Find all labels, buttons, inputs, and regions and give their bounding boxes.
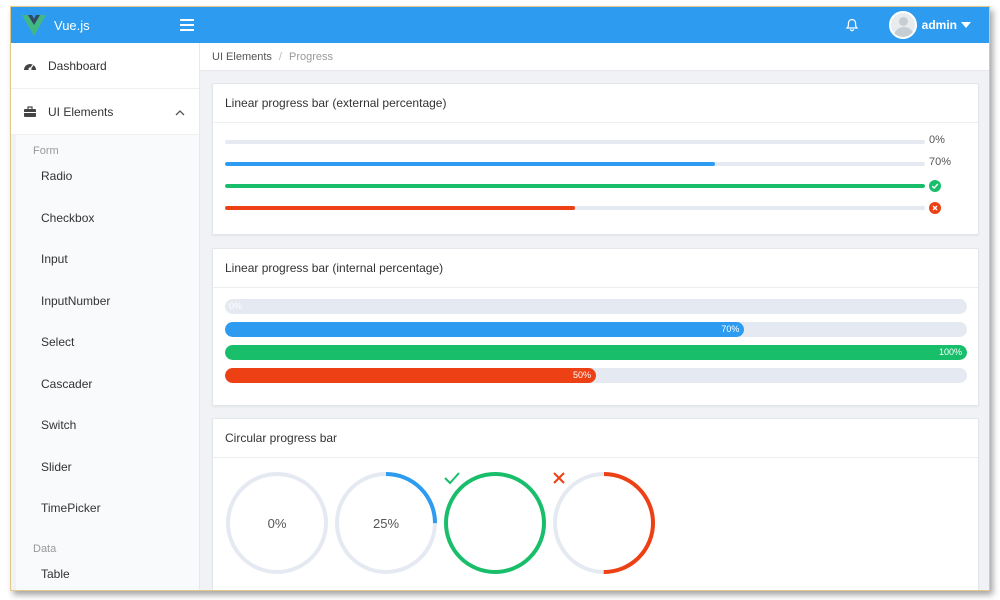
progress-text: 70% [721, 324, 740, 334]
sidebar-item-timepicker[interactable]: TimePicker [16, 491, 199, 533]
progress-external-exception [213, 198, 978, 220]
vue-logo-icon [22, 15, 46, 36]
progress-text: 0% [229, 301, 243, 311]
breadcrumb-current: Progress [288, 50, 334, 63]
sidebar-item-dashboard[interactable]: Dashboard [11, 43, 199, 89]
sidebar-item-label: UI Elements [48, 104, 114, 119]
progress-track: 0% [225, 299, 967, 314]
progress-external-success [213, 176, 978, 198]
card-circular-progress: Circular progress bar 0% 25% [212, 418, 979, 590]
group-title-form: Form [33, 145, 59, 157]
close-circle-icon [929, 202, 941, 214]
circle-progress-exception [552, 471, 656, 575]
progress-label: 0% [929, 134, 945, 146]
top-header: Vue.js admin [11, 7, 989, 43]
progress-text: 50% [572, 370, 591, 380]
close-icon [552, 471, 656, 575]
card-internal-progress: Linear progress bar (internal percentage… [212, 248, 979, 406]
chevron-down-icon[interactable] [961, 22, 971, 28]
check-icon [443, 471, 547, 575]
card-external-progress: Linear progress bar (external percentage… [212, 83, 979, 235]
sidebar-item-cascader[interactable]: Cascader [16, 367, 199, 409]
progress-internal-70: 70% [213, 319, 978, 342]
app-window: Vue.js admin Dashboard UI Elements Form … [10, 6, 990, 591]
sidebar-item-inputnumber[interactable]: InputNumber [16, 284, 199, 326]
card-title: Linear progress bar (external percentage… [213, 84, 978, 123]
sidebar-item-ui-elements[interactable]: UI Elements [11, 89, 199, 135]
progress-track [225, 162, 925, 166]
progress-external-70: 70% [213, 154, 978, 176]
progress-track: 50% [225, 368, 967, 383]
header-right: admin [845, 7, 989, 43]
briefcase-icon [23, 105, 37, 119]
circle-progress-success [443, 471, 547, 575]
app-title: Vue.js [54, 17, 90, 33]
circle-progress-0: 0% [225, 471, 329, 575]
card-body: 0% 25% [213, 458, 978, 575]
progress-external-0: 0% [213, 132, 978, 154]
card-title: Linear progress bar (internal percentage… [213, 249, 978, 288]
avatar[interactable] [888, 11, 917, 39]
breadcrumb-separator: / [278, 50, 282, 63]
progress-internal-100: 100% [213, 342, 978, 365]
bell-icon[interactable] [845, 18, 859, 32]
progress-fill: 100% [225, 345, 967, 360]
dashboard-icon [23, 59, 37, 73]
progress-fill: 50% [225, 368, 596, 383]
sidebar-item-label: Dashboard [48, 58, 107, 73]
progress-fill [225, 162, 715, 166]
group-title-data: Data [33, 542, 57, 555]
sidebar: Dashboard UI Elements Form Radio Checkbo… [11, 43, 200, 591]
menu-toggle-icon[interactable] [180, 19, 194, 31]
sidebar-item-slider[interactable]: Slider [16, 450, 199, 492]
submenu-ui-elements: Form Radio Checkbox Input InputNumber Se… [11, 135, 199, 591]
progress-fill [225, 184, 925, 188]
sidebar-item-select[interactable]: Select [16, 325, 199, 367]
circle-row: 0% 25% [213, 458, 978, 575]
breadcrumb: UI Elements / Progress [200, 43, 989, 71]
chevron-up-icon[interactable] [175, 105, 185, 119]
logo[interactable]: Vue.js [11, 7, 200, 43]
progress-track: 70% [225, 322, 967, 337]
progress-internal-0: 0% [213, 296, 978, 319]
sidebar-item-input[interactable]: Input [16, 242, 199, 284]
circle-text: 0% [267, 515, 287, 531]
progress-track [225, 140, 925, 144]
card-body: 0% 70% [213, 123, 978, 220]
progress-internal-50: 50% [213, 365, 978, 388]
circle-progress-25: 25% [334, 471, 438, 575]
sidebar-item-switch[interactable]: Switch [16, 408, 199, 450]
progress-fill [225, 206, 575, 210]
main-content: UI Elements / Progress Linear progress b… [200, 43, 989, 590]
sidebar-item-checkbox[interactable]: Checkbox [16, 201, 199, 243]
progress-track: 100% [225, 345, 967, 360]
progress-fill: 70% [225, 322, 745, 337]
breadcrumb-ui-elements[interactable]: UI Elements [212, 51, 272, 63]
progress-text: 100% [938, 347, 962, 357]
progress-track [225, 184, 925, 188]
sidebar-item-radio[interactable]: Radio [16, 159, 199, 201]
username[interactable]: admin [922, 18, 957, 32]
progress-label: 70% [929, 156, 952, 168]
card-title: Circular progress bar [213, 419, 978, 458]
circle-text: 25% [372, 515, 400, 531]
sidebar-item-table[interactable]: Table [16, 557, 199, 591]
card-body: 0% 70% 100% 50% [213, 288, 978, 388]
check-circle-icon [929, 180, 941, 192]
progress-track [225, 206, 925, 210]
